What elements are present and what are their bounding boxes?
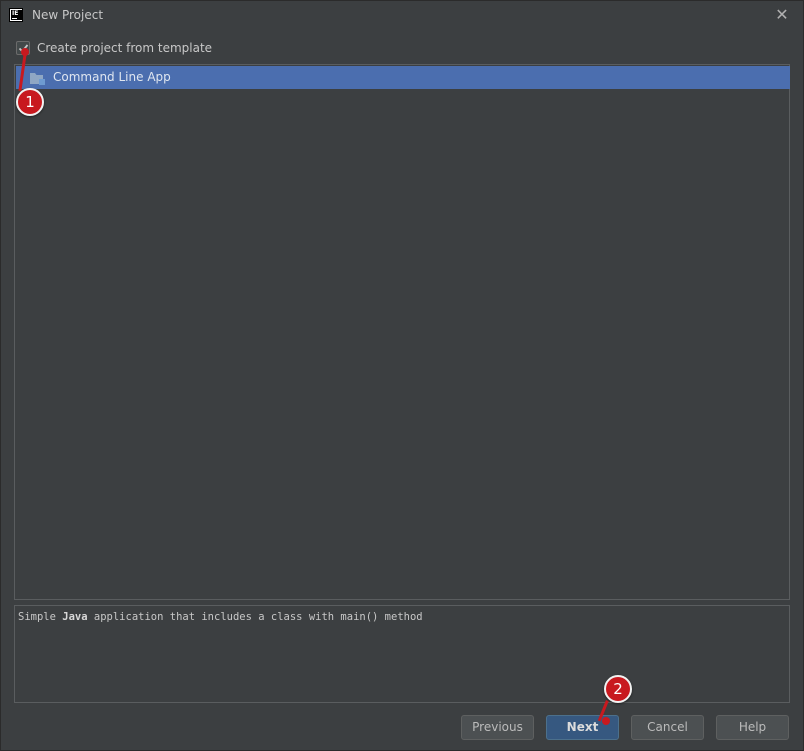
- template-checkbox-row[interactable]: Create project from template: [16, 39, 212, 57]
- help-button[interactable]: Help: [716, 715, 789, 740]
- window-title: New Project: [32, 8, 104, 22]
- template-description: Simple Java application that includes a …: [14, 605, 790, 703]
- previous-button[interactable]: Previous: [461, 715, 534, 740]
- close-icon[interactable]: ✕: [774, 7, 790, 23]
- folder-icon: [30, 71, 46, 90]
- title-bar: IE New Project ✕: [1, 1, 803, 31]
- language-name: Java: [62, 611, 88, 623]
- annotation-2-dot: [602, 717, 610, 725]
- list-item-label: Command Line App: [53, 70, 171, 84]
- intellij-app-icon: IE: [9, 8, 23, 22]
- cancel-button[interactable]: Cancel: [631, 715, 704, 740]
- annotation-2-marker: 2: [604, 675, 632, 703]
- annotation-1-marker: 1: [16, 88, 44, 116]
- create-from-template-label[interactable]: Create project from template: [37, 41, 212, 55]
- list-item-command-line-app[interactable]: Command Line App: [16, 66, 790, 89]
- template-list[interactable]: Command Line App: [14, 64, 790, 600]
- annotation-1-dot: [21, 48, 29, 56]
- new-project-dialog: IE New Project ✕ Create project from tem…: [0, 0, 804, 751]
